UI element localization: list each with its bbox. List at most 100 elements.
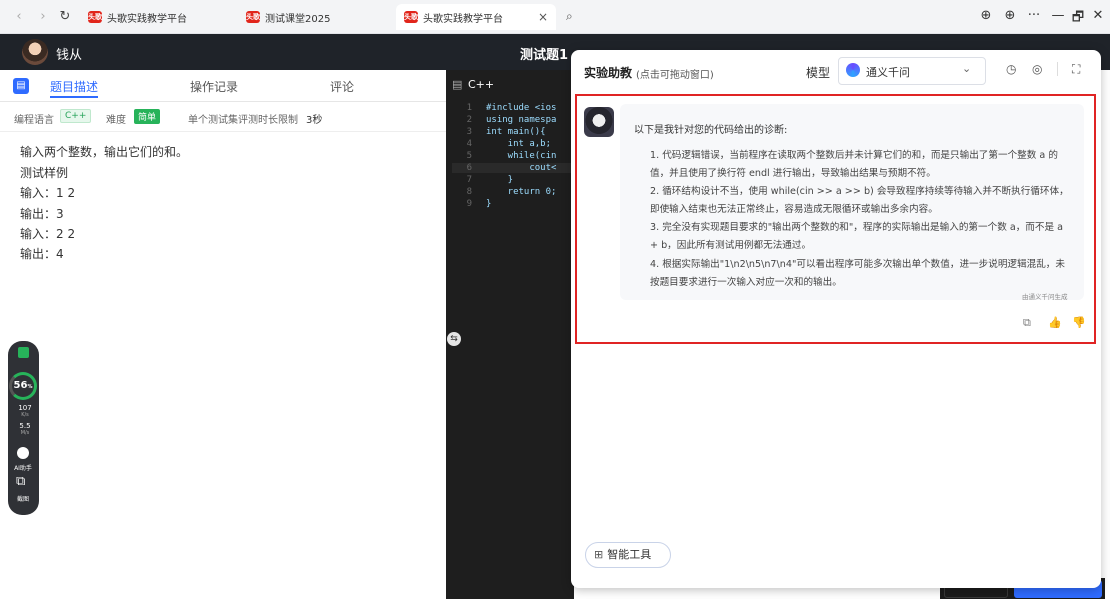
browser-tab[interactable]: 头歌 头歌实践教学平台 (80, 4, 230, 30)
tongyi-logo-icon (846, 63, 860, 77)
code-line-current: 6 cout< (452, 163, 572, 173)
memory-usage-gauge: 56% (9, 372, 37, 400)
close-icon[interactable]: ✕ (1088, 8, 1108, 23)
assistant-title: 实验助教 (584, 66, 633, 80)
extension-icon[interactable]: ⊕ (1000, 8, 1020, 23)
back-icon[interactable]: ‹ (10, 8, 28, 26)
code-line: 7 } (452, 175, 514, 185)
code-editor[interactable] (446, 70, 574, 599)
tab-history[interactable]: 操作记录 (190, 78, 238, 95)
diagnosis-item: 1. 代码逻辑错误，当前程序在读取两个整数后并未计算它们的和，而是只输出了第一个… (650, 150, 1058, 179)
download-speed: 5.5 (19, 422, 31, 430)
line-number: 4 (466, 139, 472, 149)
model-select-value: 通义千问 (866, 66, 910, 79)
screenshot-label: 截图 (16, 496, 29, 503)
sample-heading: 测试样例 (20, 166, 69, 180)
diagnosis-item: 4. 根据实际输出"1\n2\n5\n7\n4"可以看出程序可能多次输出单个数值… (650, 259, 1065, 288)
smart-tool-label: 智能工具 (607, 548, 652, 561)
line-number: 6 (466, 163, 472, 173)
smart-tool-button[interactable]: ⊞ 智能工具 (585, 542, 671, 568)
sample-line: 输出：3 (20, 207, 64, 221)
tab-favicon-icon: 头歌 (404, 11, 418, 23)
tab-search-icon[interactable]: ⌕ (566, 9, 573, 24)
assistant-avatar (584, 107, 614, 137)
code-text: while(cin (486, 151, 557, 161)
ai-assistant-icon[interactable] (17, 447, 29, 459)
upload-speed: 107 (18, 404, 32, 412)
code-text: using namespa (486, 115, 557, 125)
grid-icon: ⊞ (594, 548, 604, 561)
minimize-icon[interactable]: — (1048, 8, 1068, 23)
tab-description[interactable]: 题目描述 (50, 78, 98, 95)
code-text: #include <ios (486, 103, 557, 113)
language-badge: C++ (60, 109, 92, 123)
tab-label: 头歌实践教学平台 (107, 13, 187, 25)
line-number: 5 (466, 151, 472, 161)
code-line: 9} (452, 199, 492, 209)
copy-icon[interactable]: ⧉ (1023, 316, 1031, 330)
forward-icon[interactable]: › (34, 8, 52, 26)
difficulty-badge: 简单 (134, 109, 161, 124)
expand-icon[interactable]: ⛶ (1072, 62, 1080, 77)
browser-tab-active[interactable]: 头歌 头歌实践教学平台 × (396, 4, 556, 30)
memory-percent: 56 (13, 380, 28, 391)
tab-close-icon[interactable]: × (538, 10, 548, 24)
code-line: 5 while(cin (452, 151, 557, 161)
history-icon[interactable]: ◷ (1006, 62, 1016, 76)
code-text: } (486, 199, 492, 209)
editor-language-tab[interactable]: C++ (468, 78, 494, 91)
line-number: 1 (466, 103, 472, 113)
tab-label: 测试课堂2025 (265, 13, 331, 25)
diagnosis-item: 2. 循环结构设计不当，使用 while(cin >> a >> b) 会导致程… (650, 186, 1069, 215)
difficulty-label: 难度 (106, 115, 126, 126)
restore-icon[interactable]: 🗗 (1068, 8, 1088, 30)
message-intro: 以下是我针对您的代码给出的诊断: (634, 125, 788, 136)
language-label: 编程语言 (14, 115, 54, 126)
line-number: 8 (466, 187, 472, 197)
line-number: 9 (466, 199, 472, 209)
line-number: 7 (466, 175, 472, 185)
file-icon: ▤ (452, 78, 463, 91)
tab-favicon-icon: 头歌 (88, 11, 102, 23)
page-title: 测试题1 (520, 48, 569, 63)
generated-by-label: 由通义千问生成 (1022, 293, 1068, 301)
sample-line: 输出：4 (20, 247, 64, 261)
time-limit-value: 3秒 (306, 115, 323, 126)
tab-label: 头歌实践教学平台 (423, 13, 503, 25)
chevron-down-icon[interactable]: ⌄ (962, 62, 971, 75)
thumbs-up-icon[interactable]: 👍 (1048, 316, 1062, 329)
tab-comments[interactable]: 评论 (330, 78, 354, 95)
line-number: 3 (466, 127, 472, 137)
problem-statement: 输入两个整数，输出它们的和。 (20, 145, 189, 159)
more-icon[interactable]: ··· (1024, 8, 1044, 23)
diagnosis-item: 3. 完全没有实现题目要求的"输出两个整数的和"，程序的实际输出是输入的第一个数… (650, 222, 1064, 251)
description-icon: ▤ (13, 78, 29, 94)
shield-icon (18, 347, 29, 358)
header-divider (1057, 62, 1058, 76)
browser-tab[interactable]: 头歌 测试课堂2025 (238, 4, 388, 30)
model-label: 模型 (806, 66, 831, 80)
code-text: return 0; (486, 187, 557, 197)
active-tab-indicator (50, 96, 98, 98)
sample-line: 输入：1 2 (20, 186, 76, 200)
time-limit-label: 单个测试集评测时长限制 (188, 115, 298, 126)
download-icon[interactable]: ⊕ (976, 8, 996, 23)
avatar[interactable] (22, 39, 48, 65)
upload-unit: K/s (21, 412, 29, 418)
sample-line: 输入：2 2 (20, 227, 76, 241)
code-line: 2 using namespa (452, 115, 557, 125)
new-chat-icon[interactable]: ◎ (1032, 62, 1042, 76)
screenshot-icon[interactable]: ⧉ (16, 474, 25, 489)
code-line: 3 int main(){ (452, 127, 546, 137)
thumbs-down-icon[interactable]: 👎 (1072, 316, 1086, 329)
code-text: } (486, 175, 514, 185)
code-text: int a,b; (486, 139, 552, 149)
code-text: int main(){ (486, 127, 546, 137)
assistant-subtitle: (点击可拖动窗口) (636, 70, 714, 81)
swap-panels-icon[interactable]: ⇆ (447, 332, 461, 346)
reload-icon[interactable]: ↻ (56, 8, 74, 26)
ai-assistant-label: AI助手 (14, 465, 32, 472)
code-text: cout< (486, 163, 557, 173)
tab-favicon-icon: 头歌 (246, 11, 260, 23)
code-line: 4 int a,b; (452, 139, 551, 149)
